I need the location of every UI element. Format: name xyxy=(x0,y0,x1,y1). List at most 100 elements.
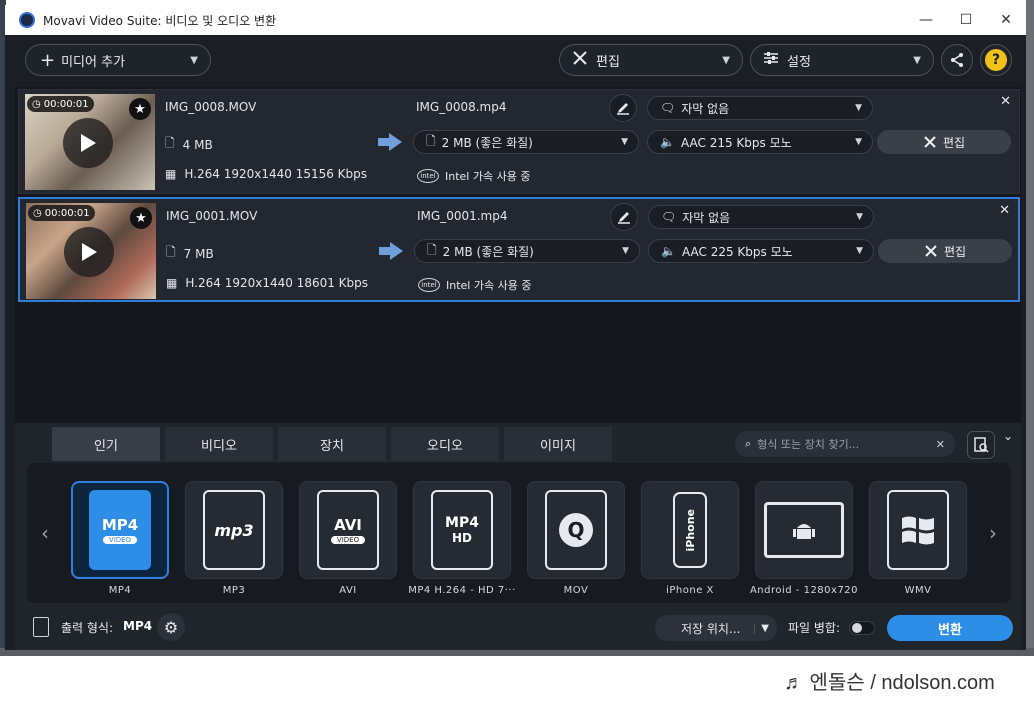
tools-icon xyxy=(924,136,936,148)
output-filename[interactable]: IMG_0008.mp4 xyxy=(416,100,507,114)
collapse-panel-icon[interactable]: ⌄ xyxy=(1003,429,1013,443)
chevron-down-icon: ▼ xyxy=(190,54,198,66)
help-icon: ? xyxy=(985,49,1007,71)
chevron-down-icon: ▼ xyxy=(621,137,628,147)
source-codec: H.264 1920x1440 18601 Kbps xyxy=(185,276,369,290)
chevron-down-icon: ▼ xyxy=(855,103,862,113)
format-label: MP4 H.264 - HD 7··· xyxy=(408,585,516,596)
device-detect-button[interactable] xyxy=(967,431,995,459)
output-format-label: 출력 형식: xyxy=(61,621,114,635)
film-icon: ▦ xyxy=(166,276,178,290)
format-tile-wmv[interactable] xyxy=(869,481,967,579)
help-button[interactable]: ? xyxy=(980,44,1012,76)
footer-bar: 출력 형식: MP4 ⚙ 저장 위치... ▼ 파일 병합: 변환 xyxy=(15,605,1021,650)
edit-file-label: 편집 xyxy=(942,135,966,150)
tab-images[interactable]: 이미지 xyxy=(504,427,612,461)
audio-dropdown[interactable]: 🔈 AAC 225 Kbps 모노 ▼ xyxy=(648,239,874,263)
desktop-right-edge xyxy=(1026,0,1034,655)
format-tile-avi[interactable]: AVI VIDEO xyxy=(299,481,397,579)
duration-badge: ◷ 00:00:01 xyxy=(27,96,94,112)
format-tile-iphone[interactable]: iPhone xyxy=(641,481,739,579)
chevron-down-icon[interactable]: ▼ xyxy=(754,622,769,634)
output-size-dropdown[interactable]: 🗋 2 MB (좋은 화질) ▼ xyxy=(413,130,639,154)
tab-audio[interactable]: 오디오 xyxy=(391,427,499,461)
output-filename[interactable]: IMG_0001.mp4 xyxy=(417,209,508,223)
toolbar: + 미디어 추가 ▼ 편집 ▼ 설정 ▼ ? xyxy=(5,35,1026,87)
prev-arrow-icon[interactable]: ‹ xyxy=(41,521,49,545)
source-codec: H.264 1920x1440 15156 Kbps xyxy=(184,167,368,181)
format-tile-mp4-hd[interactable]: MP4 HD xyxy=(413,481,511,579)
edit-file-button[interactable]: 편집 xyxy=(878,239,1012,263)
remove-file-icon[interactable]: ✕ xyxy=(1000,94,1011,109)
source-filename: IMG_0008.MOV xyxy=(165,100,257,114)
output-size-dropdown[interactable]: 🗋 2 MB (좋은 화질) ▼ xyxy=(414,239,640,263)
merge-files-toggle[interactable] xyxy=(849,621,875,635)
edit-file-label: 편집 xyxy=(943,244,967,259)
audio-dropdown[interactable]: 🔈 AAC 215 Kbps 모노 ▼ xyxy=(647,130,873,154)
rename-button[interactable] xyxy=(609,94,637,122)
mp4-icon-text: MP4 xyxy=(101,516,139,534)
video-thumbnail[interactable]: ◷ 00:00:01 ★ xyxy=(25,94,155,190)
edit-file-button[interactable]: 편집 xyxy=(877,130,1011,154)
speaker-icon: 🔈 xyxy=(661,244,676,258)
share-button[interactable] xyxy=(941,44,973,76)
format-label: WMV xyxy=(904,585,932,596)
next-arrow-icon[interactable]: › xyxy=(989,521,997,545)
add-media-button[interactable]: + 미디어 추가 ▼ xyxy=(25,44,211,76)
play-button[interactable] xyxy=(64,227,114,277)
output-format-icon xyxy=(33,617,49,637)
edit-label: 편집 xyxy=(596,54,620,70)
intel-logo-icon: intel xyxy=(417,169,439,183)
tab-popular[interactable]: 인기 xyxy=(52,427,160,461)
file-row[interactable]: ◷ 00:00:01 ★ IMG_0001.MOV 🗋 7 MB ▦ H.264… xyxy=(18,197,1020,302)
edit-dropdown[interactable]: 편집 ▼ xyxy=(559,44,743,76)
output-settings-button[interactable]: ⚙ xyxy=(157,613,185,641)
subtitle-dropdown[interactable]: 🗨 자막 없음 ▼ xyxy=(647,96,873,120)
format-tile-mov[interactable]: Q xyxy=(527,481,625,579)
pencil-icon xyxy=(618,212,630,224)
video-thumbnail[interactable]: ◷ 00:00:01 ★ xyxy=(26,203,156,299)
rename-button[interactable] xyxy=(610,203,638,231)
format-label: MP3 xyxy=(222,585,246,596)
settings-dropdown[interactable]: 설정 ▼ xyxy=(750,44,934,76)
file-row[interactable]: ◷ 00:00:01 ★ IMG_0008.MOV 🗋 4 MB ▦ H.264… xyxy=(18,89,1020,194)
format-label: MOV xyxy=(563,585,589,596)
maximize-button[interactable]: ☐ xyxy=(946,5,986,35)
accel-text: Intel 가속 사용 중 xyxy=(445,170,531,183)
format-label: MP4 xyxy=(108,585,132,596)
tab-video[interactable]: 비디오 xyxy=(165,427,273,461)
file-icon: 🗋 xyxy=(426,133,436,148)
format-tile-android[interactable] xyxy=(755,481,853,579)
format-tile-mp4[interactable]: MP4 VIDEO xyxy=(71,481,169,579)
plus-icon: + xyxy=(40,49,56,71)
search-icon: ⌕ xyxy=(745,437,752,450)
play-button[interactable] xyxy=(63,118,113,168)
iphone-icon-text: iPhone xyxy=(683,508,697,552)
share-icon xyxy=(951,53,963,67)
gear-icon: ⚙ xyxy=(163,617,179,637)
convert-button[interactable]: 변환 xyxy=(887,615,1013,641)
star-icon[interactable]: ★ xyxy=(130,207,152,229)
clock-icon: ◷ xyxy=(33,207,42,219)
minimize-button[interactable]: — xyxy=(906,5,946,35)
file-list: ◷ 00:00:01 ★ IMG_0008.MOV 🗋 4 MB ▦ H.264… xyxy=(15,87,1021,423)
format-panel: 인기 비디오 장치 오디오 이미지 ⌕ 형식 또는 장치 찾기... ✕ ⌄ ‹… xyxy=(15,423,1021,650)
subtitle-dropdown[interactable]: 🗨 자막 없음 ▼ xyxy=(648,205,874,229)
format-search[interactable]: ⌕ 형식 또는 장치 찾기... ✕ xyxy=(735,431,955,457)
format-tile-mp3[interactable]: mp3 xyxy=(185,481,283,579)
tab-devices[interactable]: 장치 xyxy=(278,427,386,461)
add-media-label: 미디어 추가 xyxy=(61,54,126,70)
save-location-label: 저장 위치... xyxy=(681,621,741,636)
remove-file-icon[interactable]: ✕ xyxy=(999,203,1010,218)
clear-search-icon[interactable]: ✕ xyxy=(936,438,945,451)
save-location-button[interactable]: 저장 위치... ▼ xyxy=(655,615,777,641)
intel-accel-status: intel Intel 가속 사용 중 xyxy=(418,277,531,293)
speech-bubble-icon: 🗨 xyxy=(660,101,676,115)
star-icon[interactable]: ★ xyxy=(129,98,151,120)
source-size: 4 MB xyxy=(182,137,213,152)
mp4-hd-icon-sub: HD xyxy=(451,531,472,545)
pencil-icon xyxy=(617,103,629,115)
close-window-button[interactable]: ✕ xyxy=(986,5,1026,35)
subtitle-text: 자막 없음 xyxy=(682,210,731,225)
subtitle-text: 자막 없음 xyxy=(681,101,730,116)
